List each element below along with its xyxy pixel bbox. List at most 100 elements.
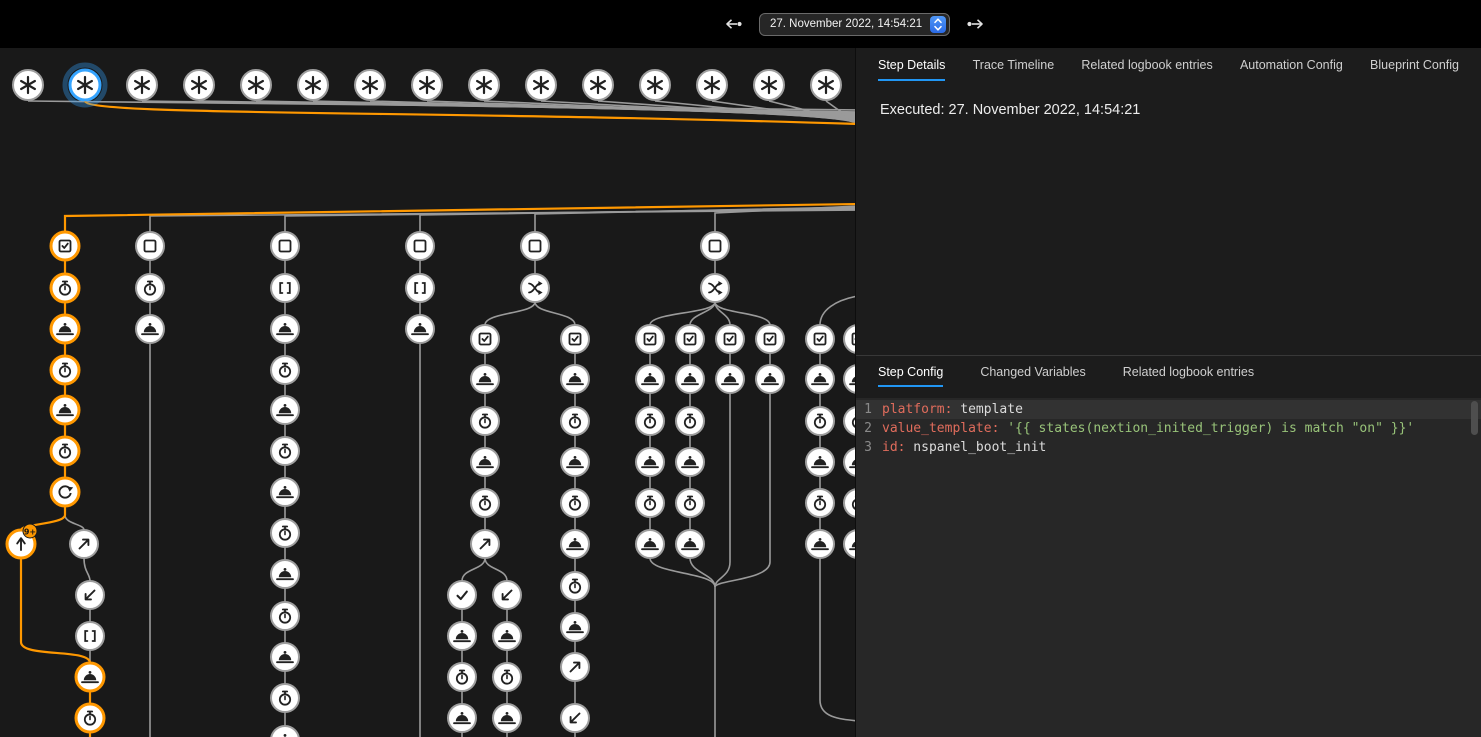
graph-node-timer[interactable] — [676, 407, 704, 435]
graph-node-check-square[interactable] — [806, 325, 834, 353]
graph-node-dome[interactable] — [844, 365, 855, 393]
graph-node-arrow-bl[interactable] — [561, 704, 589, 732]
graph-node-check-square[interactable] — [844, 325, 855, 353]
graph-node-dome[interactable] — [136, 315, 164, 343]
graph-node-trigger[interactable] — [412, 70, 442, 100]
graph-node-timer[interactable] — [471, 407, 499, 435]
graph-node-timer[interactable] — [806, 489, 834, 517]
graph-node-timer[interactable] — [271, 602, 299, 630]
graph-node-dome[interactable] — [271, 478, 299, 506]
graph-node-dome[interactable] — [271, 726, 299, 737]
graph-node-dome[interactable] — [406, 315, 434, 343]
graph-node-dome[interactable] — [636, 530, 664, 558]
graph-node-trigger[interactable] — [13, 70, 43, 100]
graph-node-dome[interactable] — [271, 315, 299, 343]
graph-node-arrow-bl[interactable] — [493, 581, 521, 609]
graph-node-trigger[interactable] — [355, 70, 385, 100]
graph-node-check-square[interactable] — [51, 232, 79, 260]
graph-node-square[interactable] — [136, 232, 164, 260]
graph-node-check[interactable] — [448, 581, 476, 609]
graph-node-square[interactable] — [521, 232, 549, 260]
tab-related-logbook-entries[interactable]: Related logbook entries — [1081, 48, 1212, 81]
graph-node-trigger[interactable] — [754, 70, 784, 100]
graph-node-dome[interactable] — [561, 530, 589, 558]
graph-node-arrow-up[interactable]: 9+ — [7, 524, 37, 558]
graph-node-dome[interactable] — [844, 448, 855, 476]
graph-node-square[interactable] — [406, 232, 434, 260]
graph-node-dome[interactable] — [448, 622, 476, 650]
next-run-button[interactable] — [963, 11, 989, 37]
graph-node-dome[interactable] — [676, 365, 704, 393]
graph-node-timer[interactable] — [844, 407, 855, 435]
graph-node-dome[interactable] — [636, 448, 664, 476]
graph-node-timer[interactable] — [271, 519, 299, 547]
yaml-editor[interactable]: 1platform: template 2value_template: '{{… — [856, 398, 1481, 737]
graph-node-dome[interactable] — [448, 704, 476, 732]
graph-node-dome[interactable] — [806, 530, 834, 558]
graph-node-check-square[interactable] — [471, 325, 499, 353]
tab-changed-variables[interactable]: Changed Variables — [980, 356, 1085, 387]
graph-node-dome[interactable] — [471, 365, 499, 393]
graph-node-trigger[interactable] — [469, 70, 499, 100]
graph-node-dome[interactable] — [271, 643, 299, 671]
graph-node-timer[interactable] — [76, 704, 104, 732]
graph-node-timer[interactable] — [493, 663, 521, 691]
tab-step-details[interactable]: Step Details — [878, 48, 945, 81]
tab-config-related-logbook-entries[interactable]: Related logbook entries — [1123, 356, 1254, 387]
graph-node-dome[interactable] — [493, 704, 521, 732]
graph-node-trigger[interactable] — [241, 70, 271, 100]
graph-node-timer[interactable] — [271, 684, 299, 712]
graph-node-brackets[interactable] — [406, 274, 434, 302]
graph-node-timer[interactable] — [471, 489, 499, 517]
graph-node-check-square[interactable] — [716, 325, 744, 353]
graph-node-timer[interactable] — [51, 437, 79, 465]
graph-node-dome[interactable] — [561, 613, 589, 641]
graph-node-timer[interactable] — [561, 407, 589, 435]
graph-node-dome[interactable] — [271, 560, 299, 588]
graph-node-square[interactable] — [271, 232, 299, 260]
graph-node-check-square[interactable] — [561, 325, 589, 353]
graph-node-brackets[interactable] — [76, 622, 104, 650]
graph-node-dome[interactable] — [271, 396, 299, 424]
graph-node-dome[interactable] — [51, 396, 79, 424]
tab-automation-config[interactable]: Automation Config — [1240, 48, 1343, 81]
graph-node-timer[interactable] — [636, 489, 664, 517]
graph-node-dome[interactable] — [51, 315, 79, 343]
graph-node-brackets[interactable] — [271, 274, 299, 302]
graph-node-dome[interactable] — [561, 448, 589, 476]
graph-node-dome[interactable] — [561, 365, 589, 393]
graph-node-timer[interactable] — [561, 489, 589, 517]
graph-node-dome[interactable] — [676, 530, 704, 558]
graph-node-trigger[interactable] — [583, 70, 613, 100]
graph-node-timer[interactable] — [271, 437, 299, 465]
graph-node-dome[interactable] — [493, 622, 521, 650]
editor-scrollbar[interactable] — [1471, 401, 1478, 435]
graph-node-arrow-tr[interactable] — [70, 530, 98, 558]
tab-trace-timeline[interactable]: Trace Timeline — [973, 48, 1055, 81]
run-select[interactable]: 27. November 2022, 14:54:21 — [759, 13, 950, 36]
graph-node-timer[interactable] — [636, 407, 664, 435]
graph-node-check-square[interactable] — [676, 325, 704, 353]
graph-node-arrow-tr[interactable] — [561, 653, 589, 681]
graph-node-redo[interactable] — [51, 478, 79, 506]
graph-node-timer[interactable] — [806, 407, 834, 435]
graph-node-trigger[interactable] — [65, 65, 105, 105]
graph-node-dome[interactable] — [76, 663, 104, 691]
graph-node-dome[interactable] — [676, 448, 704, 476]
graph-node-check-square[interactable] — [756, 325, 784, 353]
tab-step-config[interactable]: Step Config — [878, 356, 943, 387]
graph-node-timer[interactable] — [844, 489, 855, 517]
graph-node-timer[interactable] — [676, 489, 704, 517]
previous-run-button[interactable] — [720, 11, 746, 37]
graph-node-shuffle[interactable] — [521, 274, 549, 302]
graph-node-trigger[interactable] — [127, 70, 157, 100]
tab-blueprint-config[interactable]: Blueprint Config — [1370, 48, 1459, 81]
graph-node-square[interactable] — [701, 232, 729, 260]
graph-node-arrow-tr[interactable] — [471, 530, 499, 558]
graph-node-timer[interactable] — [136, 274, 164, 302]
graph-node-dome[interactable] — [806, 448, 834, 476]
graph-node-timer[interactable] — [51, 356, 79, 384]
graph-node-trigger[interactable] — [640, 70, 670, 100]
graph-node-trigger[interactable] — [697, 70, 727, 100]
graph-node-dome[interactable] — [806, 365, 834, 393]
